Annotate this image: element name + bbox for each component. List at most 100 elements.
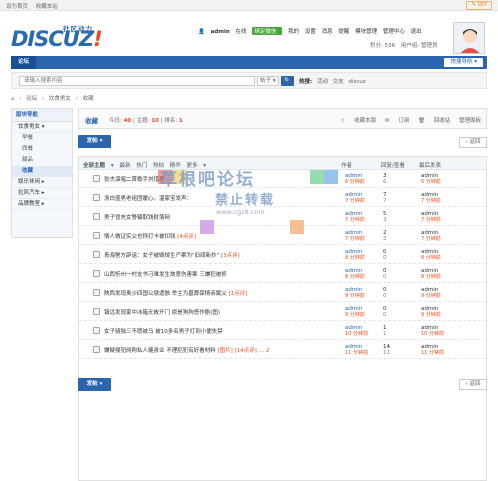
- hot-search-item[interactable]: discuz: [348, 79, 365, 85]
- bookmark-link[interactable]: 收藏本站: [36, 4, 58, 10]
- usergroup-link[interactable]: 用户组: 管理员: [401, 43, 438, 49]
- filter-digest[interactable]: 精华: [170, 163, 181, 169]
- table-row[interactable]: 陕西发现奥沙四国公墩遗骸 举主为墓葬保情亲属父 [1点评] admin 9 分钟前 0…: [79, 285, 486, 302]
- sidebar-group-cars[interactable]: 拉风汽车 ▸: [12, 188, 72, 199]
- logout-link[interactable]: 退出: [411, 29, 422, 35]
- thread-title[interactable]: 陕西发现奥沙四国公墩遗骸 举主为墓葬保情亲属父 [1点评]: [104, 289, 334, 297]
- thread-author[interactable]: admin 8 分钟前: [345, 249, 365, 261]
- avatar[interactable]: [453, 22, 485, 54]
- thread-author[interactable]: admin 6 分钟前: [345, 173, 365, 185]
- thread-author[interactable]: admin 7 分钟前: [345, 211, 365, 223]
- table-row[interactable]: 男子冒充女警骗取钱财落网 admin 7 分钟前 5 3 admin 7 分钟前: [79, 209, 486, 226]
- watermark-block: [290, 220, 304, 234]
- thread-author[interactable]: admin 10 分钟前: [345, 325, 368, 337]
- thread-last-post[interactable]: admin 11 分钟前: [421, 344, 444, 356]
- thread-last-post[interactable]: admin 9 分钟前: [421, 287, 441, 299]
- search-input[interactable]: [19, 76, 255, 86]
- filter-more[interactable]: 更多 ▾: [187, 163, 207, 169]
- main-content: 收藏 今日: 40 | 主题: 10 | 排名: 1 ☆ 收藏本版 ✉ 订阅 🗑…: [78, 108, 487, 481]
- sidebar-group-brand[interactable]: 品牌教室 ▸: [12, 199, 72, 210]
- breadcrumb-separator: ›: [19, 96, 22, 102]
- table-header: 全部主题 ▾ 最新 热门 热帖 精华 更多 ▾ 作者 回复/查看 最后发表: [79, 157, 486, 170]
- logo-text: DISCUZ!: [11, 27, 103, 51]
- points-link[interactable]: 积分: 536: [370, 43, 395, 49]
- thread-title[interactable]: 青海警方辟谣：女子被毁掉生产案为"旧闻新抄" [3点评]: [104, 251, 334, 259]
- thread-title[interactable]: 浙白盛男老组团暖心。温家宝发声：: [104, 194, 334, 202]
- sidebar-group-leisure[interactable]: 娱乐休闲 ▸: [12, 177, 72, 188]
- filter-popular[interactable]: 热门: [136, 163, 147, 169]
- thread-title[interactable]: 女子骑独三不愿被马 被10多名男子打到小便失禁: [104, 327, 334, 335]
- wechat-bind-button[interactable]: 绑定微信: [252, 27, 283, 35]
- hot-search: 热搜: 活动 交友 discuz: [299, 77, 369, 85]
- sidebar-item-dessert[interactable]: 甜品: [12, 155, 72, 166]
- hot-search-item[interactable]: 交友: [333, 79, 344, 85]
- online-status[interactable]: 在线: [236, 29, 247, 35]
- thread-last-post[interactable]: admin 7 分钟前: [421, 192, 441, 204]
- thread-last-post[interactable]: admin 9 分钟前: [421, 306, 441, 318]
- table-row[interactable]: 张杰演唱二首歌手刘惜君 admin 6 分钟前 3 6 admin 6 分钟前: [79, 171, 486, 188]
- watermark-block: [200, 220, 214, 234]
- thread-author[interactable]: admin 7 分钟前: [345, 192, 365, 204]
- breadcrumb-category[interactable]: 饮食男女: [49, 96, 71, 102]
- settings-link[interactable]: 设置: [305, 29, 316, 35]
- thread-title[interactable]: 镇远发现家中冰箱无故开门 原是狗狗恶作剧(图): [104, 308, 334, 316]
- filter-hot[interactable]: 热帖: [153, 163, 164, 169]
- thread-title[interactable]: 嫌疑侵犯网购私人健身业 不理犯犯有好看材料 [图片] [14点评] … 2: [104, 346, 334, 354]
- breadcrumb-forum[interactable]: 论坛: [26, 96, 37, 102]
- table-row[interactable]: 山西忻州一村支书刁难发生故意伤害案 三嫌犯被抓 admin 8 分钟前 0 0 admi…: [79, 266, 486, 283]
- hot-search-item[interactable]: 活动: [317, 79, 328, 85]
- table-row[interactable]: 浙白盛男老组团暖心。温家宝发声： admin 7 分钟前 7 7 admin 7 分钟前: [79, 190, 486, 207]
- notify-link[interactable]: 提醒: [338, 29, 349, 35]
- column-last-post: 最后发表: [419, 163, 442, 169]
- back-button-bottom[interactable]: ‹ 返回: [459, 379, 487, 390]
- sidebar-item-breakfast[interactable]: 早餐: [12, 133, 72, 144]
- post-button[interactable]: 发帖 ▾: [78, 135, 111, 148]
- table-row[interactable]: 镇远发现家中冰箱无故开门 原是狗狗恶作剧(图) admin 9 分钟前 0 0 admi…: [79, 304, 486, 321]
- thread-counts: 53: [383, 211, 387, 223]
- filter-latest[interactable]: 最新: [119, 163, 130, 169]
- thread-last-post[interactable]: admin 7 分钟前: [421, 211, 441, 223]
- thread-author[interactable]: admin 7 分钟前: [345, 230, 365, 242]
- table-row[interactable]: 嫌疑侵犯网购私人健身业 不理犯犯有好看材料 [图片] [14点评] … 2 adm…: [79, 342, 486, 359]
- manage-panel-button[interactable]: 管理面板: [459, 118, 481, 124]
- back-button[interactable]: ‹ 返回: [459, 137, 487, 148]
- breadcrumb-current[interactable]: 收藏: [83, 96, 94, 102]
- sidebar-group-food[interactable]: 饮食男女 ▾: [12, 122, 72, 133]
- my-link[interactable]: 我的: [288, 29, 299, 35]
- sidebar-item-western[interactable]: 西餐: [12, 144, 72, 155]
- home-icon[interactable]: ⌂: [11, 96, 15, 102]
- recycle-bin-button[interactable]: 🗑 回收站: [418, 118, 450, 124]
- column-author: 作者: [341, 163, 353, 169]
- messages-link[interactable]: 消息: [322, 29, 333, 35]
- thread-last-post[interactable]: admin 7 分钟前: [421, 230, 441, 242]
- favorite-forum-button[interactable]: ☆ 收藏本版: [340, 118, 376, 124]
- module-manage-link[interactable]: 模块管理: [355, 29, 377, 35]
- search-scope-select[interactable]: 帖子 ▾: [257, 76, 279, 86]
- sidebar-item-collection[interactable]: 收藏: [12, 166, 72, 177]
- filter-all[interactable]: 全部主题 ▾: [83, 163, 114, 169]
- thread-author[interactable]: admin 9 分钟前: [345, 287, 365, 299]
- thread-author[interactable]: admin 8 分钟前: [345, 268, 365, 280]
- quick-nav-button[interactable]: 快捷导航 ▾: [444, 58, 483, 67]
- table-row[interactable]: 情人做证实父也称打卡被扣钱 [4点评] admin 7 分钟前 2 3 admin 7 分钟…: [79, 228, 486, 245]
- table-row[interactable]: 女子骑独三不愿被马 被10多名男子打到小便失禁 admin 10 分钟前 1 1 adm…: [79, 323, 486, 340]
- thread-author[interactable]: admin 11 分钟前: [345, 344, 368, 356]
- subscribe-button[interactable]: ✉ 订阅: [385, 118, 409, 124]
- thread-last-post[interactable]: admin 6 分钟前: [421, 173, 441, 185]
- logo[interactable]: 社区动力 DISCUZ!: [11, 23, 121, 51]
- thread-last-post[interactable]: admin 10 分钟前: [421, 325, 444, 337]
- admin-center-link[interactable]: 管理中心: [383, 29, 405, 35]
- thread-title[interactable]: 山西忻州一村支书刁难发生故意伤害案 三嫌犯被抓: [104, 270, 334, 278]
- thread-last-post[interactable]: admin 8 分钟前: [421, 249, 441, 261]
- search-button[interactable]: 🔍: [281, 76, 294, 86]
- diy-button[interactable]: ✎ DIY: [466, 1, 492, 10]
- thread-last-post[interactable]: admin 8 分钟前: [421, 268, 441, 280]
- set-homepage-link[interactable]: 设为首页: [6, 4, 28, 10]
- username-link[interactable]: admin: [211, 29, 230, 35]
- thread-counts: 23: [383, 230, 387, 242]
- thread-title[interactable]: 张杰演唱二首歌手刘惜君: [104, 175, 334, 183]
- nav-tab-forum[interactable]: 论坛: [11, 56, 36, 69]
- thread-author[interactable]: admin 9 分钟前: [345, 306, 365, 318]
- post-button-bottom[interactable]: 发帖 ▾: [78, 378, 111, 391]
- table-row[interactable]: 青海警方辟谣：女子被毁掉生产案为"旧闻新抄" [3点评] admin 8 分钟前 0 0…: [79, 247, 486, 264]
